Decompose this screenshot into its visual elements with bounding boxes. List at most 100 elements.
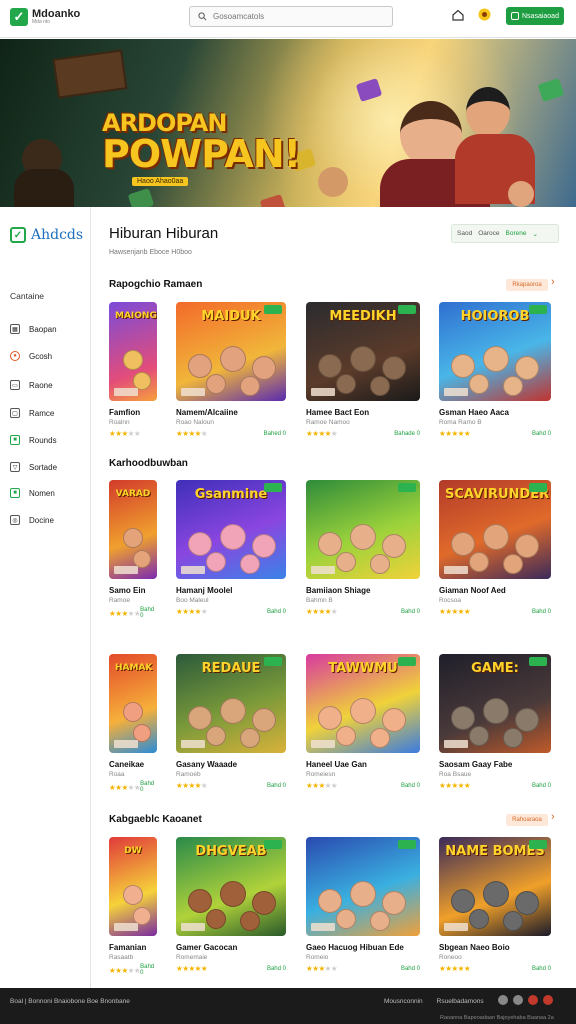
game-card[interactable]: SCAVIRUNDER Giaman Noof Aed Rocsoa ★★★★★ Bah… bbox=[439, 480, 551, 616]
game-card[interactable]: HAMAK Caneikae Roaa ★★★★★ Bahd 0 bbox=[109, 654, 157, 793]
sidebar-item[interactable]: ■ Rounds bbox=[10, 435, 57, 445]
game-thumbnail[interactable]: REDAUE bbox=[176, 654, 286, 753]
sidebar-brand[interactable]: ✓ Ahdcds bbox=[10, 227, 83, 243]
game-title[interactable]: Samo Ein bbox=[109, 586, 157, 595]
game-card[interactable]: MAIONG Famfion Roalnn ★★★★★ bbox=[109, 302, 157, 438]
game-card[interactable]: Bamiiaon Shiage Bahmn B ★★★★★ Bahd 0 bbox=[306, 480, 420, 616]
game-card[interactable]: Gsanmine Hamanj Moolel Boo Maleul ★★★★★ Bahd… bbox=[176, 480, 286, 616]
game-category: Ramoeb bbox=[176, 771, 201, 778]
sidebar-item[interactable]: ▦ Baopan bbox=[10, 324, 57, 334]
character-figure bbox=[503, 728, 523, 748]
sidebar-item[interactable]: ■ Nomen bbox=[10, 488, 55, 498]
game-title[interactable]: Bamiiaon Shiage bbox=[306, 586, 420, 595]
game-card[interactable]: GAME: Saosam Gaay Fabe Roa Bsaue ★★★★★ Bahd … bbox=[439, 654, 551, 790]
thumbnail-tag bbox=[444, 388, 468, 396]
star-rating: ★★★★★ bbox=[109, 965, 141, 975]
footer-link[interactable]: Mousnconnin bbox=[384, 998, 423, 1005]
thumbnail-tag bbox=[181, 388, 205, 396]
game-title[interactable]: Haneel Uae Gan bbox=[306, 760, 420, 769]
chevron-right-icon[interactable]: › bbox=[551, 276, 555, 288]
sort-label: Saod bbox=[457, 230, 473, 237]
sidebar-item[interactable]: ● Gcosh bbox=[10, 351, 52, 361]
section-see-all-link[interactable]: Rkapaoroa bbox=[506, 279, 548, 291]
header-cta-button[interactable]: Nsasaiaoad bbox=[506, 7, 564, 25]
character-figure bbox=[350, 524, 376, 550]
game-title[interactable]: Caneikae bbox=[109, 760, 157, 769]
game-title[interactable]: Hamee Bact Eon bbox=[306, 408, 420, 417]
footer-link[interactable]: Rsuelbadamons bbox=[437, 998, 484, 1005]
game-title[interactable]: Sbgean Naeo Boio bbox=[439, 943, 551, 952]
hero-character-left-body bbox=[14, 169, 74, 207]
hero-banner[interactable]: ARDOPAN POWPAN! Haoo Ahao0aa bbox=[0, 39, 576, 207]
game-card[interactable]: DW Famanian Rasaatb ★★★★★ Bahd 0 bbox=[109, 837, 157, 976]
game-card[interactable]: MAIDUK Namem/Alcaiine Roao Naloun ★★★★★ Bahe… bbox=[176, 302, 286, 438]
game-title[interactable]: Gaeo Hacuog Hibuan Ede bbox=[306, 943, 420, 952]
game-price: Bahd 0 bbox=[266, 965, 286, 972]
game-card[interactable]: TAWWMU Haneel Uae Gan Romeiesn ★★★★★ Bahd 0 bbox=[306, 654, 420, 790]
game-thumbnail[interactable]: HAMAK bbox=[109, 654, 157, 753]
game-title[interactable]: Gamer Gacocan bbox=[176, 943, 286, 952]
home-icon[interactable] bbox=[452, 9, 464, 21]
game-thumbnail[interactable]: MAIDUK bbox=[176, 302, 286, 401]
game-thumbnail[interactable]: MEEDIKH bbox=[306, 302, 420, 401]
game-title[interactable]: Saosam Gaay Fabe bbox=[439, 760, 551, 769]
sort-selector[interactable]: Saod Oaroce Borene ⌄ bbox=[451, 224, 559, 243]
character-figure bbox=[515, 534, 539, 558]
facebook-icon[interactable] bbox=[498, 995, 508, 1005]
game-thumbnail[interactable]: GAME: bbox=[439, 654, 551, 753]
game-thumbnail[interactable] bbox=[306, 480, 420, 579]
notification-icon[interactable] bbox=[478, 8, 491, 21]
game-title[interactable]: Gasany Waaade bbox=[176, 760, 286, 769]
game-price: Bahd 0 bbox=[531, 430, 551, 437]
game-thumbnail[interactable] bbox=[306, 837, 420, 936]
game-card[interactable]: VARAD Samo Ein Ramoe ★★★★★ Bahd 0 bbox=[109, 480, 157, 619]
thumbnail-tag bbox=[444, 923, 468, 931]
game-thumbnail[interactable]: TAWWMU bbox=[306, 654, 420, 753]
game-thumbnail[interactable]: DW bbox=[109, 837, 157, 936]
game-card[interactable]: REDAUE Gasany Waaade Ramoeb ★★★★★ Bahd 0 bbox=[176, 654, 286, 790]
hero-character-right bbox=[466, 87, 510, 137]
game-thumbnail[interactable]: SCAVIRUNDER bbox=[439, 480, 551, 579]
game-thumbnail[interactable]: MAIONG bbox=[109, 302, 157, 401]
game-thumbnail[interactable]: Gsanmine bbox=[176, 480, 286, 579]
game-card[interactable]: HOIOROB Gsman Haeo Aaca Roma Ramo B ★★★★★ Ba… bbox=[439, 302, 551, 438]
game-card[interactable]: NAME BOMES Sbgean Naeo Boio Roneoo ★★★★★ Bah… bbox=[439, 837, 551, 973]
game-title[interactable]: Gsman Haeo Aaca bbox=[439, 408, 551, 417]
site-logo[interactable]: ✓ Mdoanko Mda nto bbox=[10, 8, 80, 26]
section-see-all-link[interactable]: Rahoaraoa bbox=[506, 814, 548, 826]
game-card[interactable]: Gaeo Hacuog Hibuan Ede Romeio ★★★★★ Bahd 0 bbox=[306, 837, 420, 973]
hero-ruins bbox=[52, 49, 128, 99]
game-card[interactable]: DHGVEAB Gamer Gacocan Romemaie ★★★★★ Bahd 0 bbox=[176, 837, 286, 973]
sidebar-item[interactable]: ▽ Sortade bbox=[10, 462, 57, 472]
search-input[interactable] bbox=[213, 12, 383, 21]
game-card[interactable]: MEEDIKH Hamee Bact Eon Ramoe Namoo ★★★★★ Bah… bbox=[306, 302, 420, 438]
game-thumbnail[interactable]: HOIOROB bbox=[439, 302, 551, 401]
game-title[interactable]: Hamanj Moolel bbox=[176, 586, 286, 595]
sidebar-item[interactable]: ◎ Docine bbox=[10, 515, 54, 525]
game-price: Bahd 0 bbox=[531, 608, 551, 615]
character-figure bbox=[451, 354, 475, 378]
game-thumbnail[interactable]: VARAD bbox=[109, 480, 157, 579]
game-thumbnail[interactable]: DHGVEAB bbox=[176, 837, 286, 936]
sidebar-item[interactable]: ▢ Ramce bbox=[10, 408, 54, 418]
game-title[interactable]: Namem/Alcaiine bbox=[176, 408, 286, 417]
youtube-icon[interactable] bbox=[543, 995, 553, 1005]
flying-card bbox=[537, 78, 565, 102]
sidebar-item[interactable]: ▭ Raone bbox=[10, 380, 53, 390]
chevron-right-icon[interactable]: › bbox=[551, 811, 555, 823]
character-figure bbox=[188, 354, 212, 378]
game-thumbnail[interactable]: NAME BOMES bbox=[439, 837, 551, 936]
sort-selected-value[interactable]: Borene bbox=[506, 230, 527, 237]
thumbnail-title-art: HAMAK bbox=[115, 663, 153, 673]
search-bar[interactable] bbox=[189, 6, 393, 27]
game-meta-row: ★★★★★ Bahd 0 bbox=[306, 607, 420, 616]
twitter-icon[interactable] bbox=[513, 995, 523, 1005]
game-title[interactable]: Famfion bbox=[109, 408, 157, 417]
game-title[interactable]: Giaman Noof Aed bbox=[439, 586, 551, 595]
instagram-icon[interactable] bbox=[528, 995, 538, 1005]
game-category: Roa Bsaue bbox=[439, 771, 472, 778]
new-badge bbox=[264, 483, 282, 492]
copyright: Raoanna Bapeoadaan Bajoyehaba Baanaa 2a bbox=[440, 1015, 554, 1021]
game-title[interactable]: Famanian bbox=[109, 943, 157, 952]
social-links bbox=[498, 995, 553, 1005]
